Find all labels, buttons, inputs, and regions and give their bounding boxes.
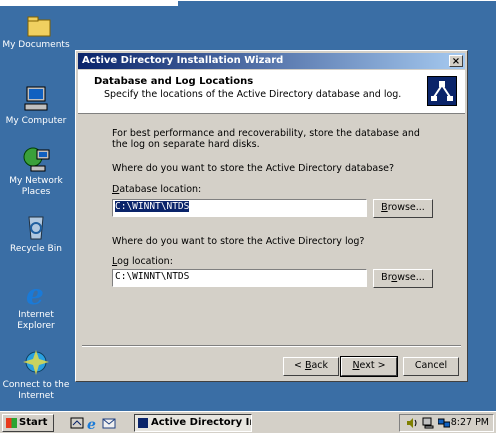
dialog-titlebar[interactable]: Active Directory Installation Wizard × <box>78 53 465 69</box>
browse-db-rest: rowse... <box>387 202 425 213</box>
wizard-task-icon <box>138 418 148 428</box>
taskbar: Start e Active Directory Installat... 8:… <box>0 411 496 433</box>
start-button[interactable]: Start <box>2 414 54 432</box>
directory-tree-icon <box>427 76 457 106</box>
top-strip-bar <box>178 1 496 6</box>
recycle-bin-label: Recycle Bin <box>10 244 62 254</box>
my-computer-label: My Computer <box>5 116 67 126</box>
connection-tray-icon[interactable] <box>437 417 451 429</box>
log-location-value: C:\WINNT\NTDS <box>115 271 190 282</box>
internet-explorer-quicklaunch-icon[interactable]: e <box>86 416 100 433</box>
volume-icon[interactable] <box>406 417 418 429</box>
dialog-title: Active Directory Installation Wizard <box>82 55 284 66</box>
network-places-label: My Network Places <box>9 176 63 197</box>
svg-text:e: e <box>87 417 96 430</box>
db-location-value: C:\WINNT\NTDS <box>115 201 190 212</box>
folder-icon <box>22 12 56 42</box>
button-separator <box>82 345 461 347</box>
desktop-icon-connect-internet[interactable]: Connect to the Internet <box>0 348 72 402</box>
outlook-express-icon[interactable] <box>102 416 116 430</box>
header-subtitle: Specify the locations of the Active Dire… <box>104 89 402 100</box>
system-tray: 8:27 PM <box>399 414 494 432</box>
db-location-input[interactable]: C:\WINNT\NTDS <box>112 199 367 217</box>
log-label-rest: og location: <box>117 256 173 267</box>
wizard-header: Database and Log Locations Specify the l… <box>78 70 465 114</box>
desktop-icon-recycle-bin[interactable]: Recycle Bin <box>0 212 72 255</box>
svg-text:e: e <box>26 278 44 308</box>
db-question: Where do you want to store the Active Di… <box>112 163 395 174</box>
back-rest: ack <box>311 360 329 371</box>
next-accel: N <box>352 360 360 371</box>
recycle-bin-icon <box>19 212 53 242</box>
back-pre: < <box>293 360 305 371</box>
db-location-label: Database location: <box>112 184 201 195</box>
my-computer-icon <box>19 84 53 114</box>
network-tray-icon[interactable] <box>422 417 434 429</box>
desktop-icon-internet-explorer[interactable]: e Internet Explorer <box>0 278 72 332</box>
wizard-dialog: Active Directory Installation Wizard × D… <box>75 50 468 382</box>
back-button[interactable]: < Back <box>283 357 339 376</box>
db-label-rest: atabase location: <box>119 184 202 195</box>
taskbar-wizard-button[interactable]: Active Directory Installat... <box>134 414 252 432</box>
browse-log-rest: wse... <box>397 272 425 283</box>
log-location-input[interactable]: C:\WINNT\NTDS <box>112 269 367 287</box>
browse-log-pre: Br <box>381 272 392 283</box>
log-location-label: Log location: <box>112 256 173 267</box>
show-desktop-icon[interactable] <box>70 416 84 430</box>
header-title: Database and Log Locations <box>94 76 254 87</box>
clock: 8:27 PM <box>450 417 489 428</box>
wizard-body: For best performance and recoverability,… <box>76 114 467 381</box>
network-places-icon <box>19 144 53 174</box>
internet-explorer-label: Internet Explorer <box>17 310 55 331</box>
connect-internet-label: Connect to the Internet <box>2 380 70 401</box>
desktop-icon-network-places[interactable]: My Network Places <box>0 144 72 198</box>
windows-flag-icon <box>6 418 17 428</box>
browse-log-button[interactable]: Browse... <box>373 269 433 288</box>
close-button[interactable]: × <box>449 55 463 67</box>
browse-db-button[interactable]: Browse... <box>373 199 433 218</box>
top-strip <box>0 0 496 6</box>
intro-text: For best performance and recoverability,… <box>112 128 420 150</box>
internet-explorer-icon: e <box>19 278 53 311</box>
task-label: Active Directory Installat... <box>151 417 251 428</box>
desktop-icon-my-documents[interactable]: My Documents <box>0 40 72 51</box>
log-question: Where do you want to store the Active Di… <box>112 236 365 247</box>
connect-internet-icon <box>19 348 53 378</box>
next-button[interactable]: Next > <box>340 356 398 377</box>
my-documents-label: My Documents <box>2 40 70 50</box>
desktop-icon-my-computer[interactable]: My Computer <box>0 84 72 127</box>
next-rest: ext > <box>359 360 386 371</box>
cancel-button[interactable]: Cancel <box>403 357 459 376</box>
start-label: Start <box>19 417 48 428</box>
close-icon: × <box>451 56 461 67</box>
